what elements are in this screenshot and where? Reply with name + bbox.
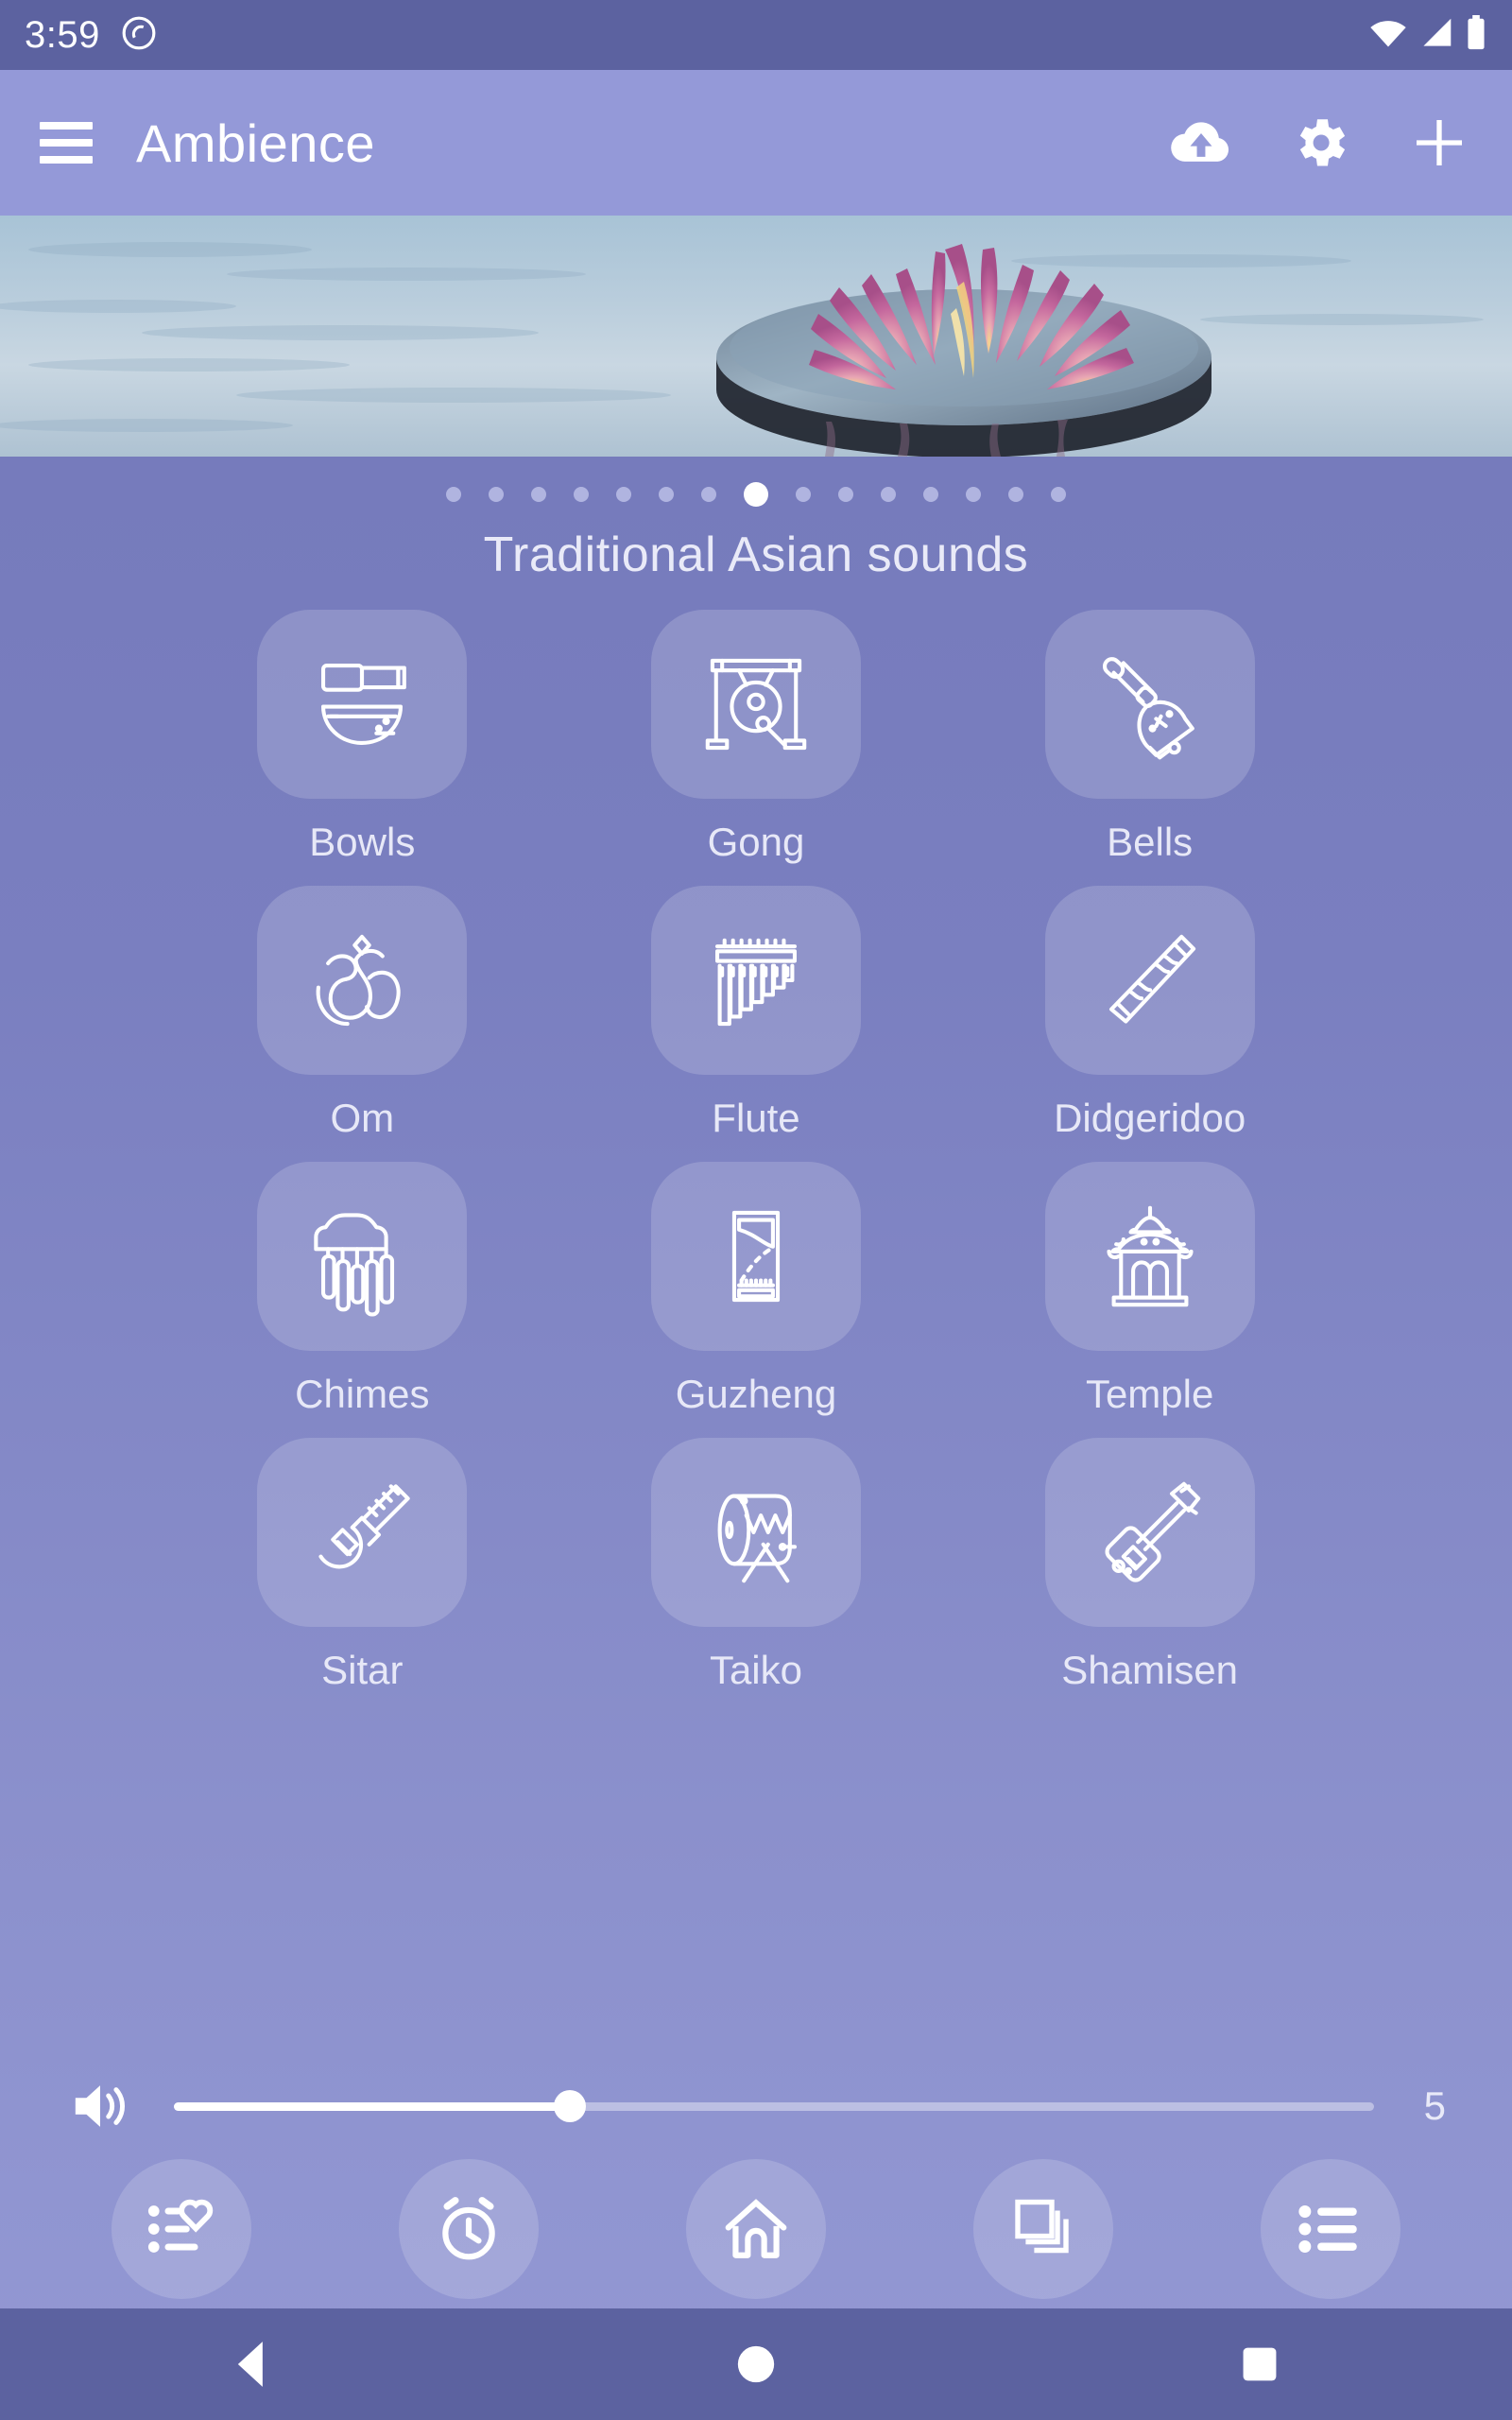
android-nav-bar <box>0 2308 1512 2420</box>
sound-tile-label: Gong <box>707 820 805 864</box>
taiko-drum-icon[interactable] <box>650 1438 861 1627</box>
sound-tile-taiko[interactable]: Taiko <box>559 1438 954 1693</box>
pagoda-temple-icon[interactable] <box>1044 1162 1255 1351</box>
sound-tile-label: Sitar <box>321 1648 404 1692</box>
sound-tile-label: Temple <box>1085 1372 1214 1416</box>
om-symbol-icon[interactable] <box>257 886 468 1075</box>
plus-add-icon[interactable] <box>1406 110 1472 176</box>
handbell-icon[interactable] <box>1044 610 1255 799</box>
sound-tile-label: Om <box>330 1096 395 1140</box>
sound-tile-label: Bells <box>1107 820 1194 864</box>
pager-dot[interactable] <box>701 487 716 502</box>
battery-icon <box>1465 14 1487 56</box>
app-root: 3:59 Ambience Traditional Asian sounds B… <box>0 0 1512 2420</box>
nav-home-icon[interactable] <box>704 2312 808 2416</box>
home-icon[interactable] <box>686 2159 826 2299</box>
cloud-upload-icon[interactable] <box>1168 110 1234 176</box>
sitar-icon[interactable] <box>257 1438 468 1627</box>
speaker-volume-icon[interactable] <box>66 2072 134 2140</box>
didgeridoo-icon[interactable] <box>1044 886 1255 1075</box>
sound-tile-label: Bowls <box>309 820 416 864</box>
app-bar: Ambience <box>0 70 1512 216</box>
sound-tile-label: Taiko <box>709 1648 803 1692</box>
pan-flute-icon[interactable] <box>650 886 861 1075</box>
status-notification-icons <box>121 15 157 56</box>
app-bar-actions <box>1168 110 1472 176</box>
guzheng-icon[interactable] <box>650 1162 861 1351</box>
volume-value: 5 <box>1423 2083 1446 2128</box>
volume-slider[interactable] <box>174 2078 1374 2135</box>
pager-dot[interactable] <box>659 487 674 502</box>
pager-dot[interactable] <box>616 487 631 502</box>
pager-dot[interactable] <box>446 487 461 502</box>
section-title: Traditional Asian sounds <box>483 527 1029 582</box>
carousel-pager[interactable] <box>0 472 1512 517</box>
sound-tile-label: Guzheng <box>675 1372 837 1416</box>
status-bar: 3:59 <box>0 0 1512 70</box>
pager-dot[interactable] <box>1051 487 1066 502</box>
status-clock: 3:59 <box>25 13 100 56</box>
water-lily-illustration <box>0 216 1512 457</box>
sound-grid: Bowls Gong Bells Om Flute Didgeridoo Chi… <box>165 610 1347 1693</box>
bottom-toolbar <box>0 2153 1512 2305</box>
settings-gear-icon[interactable] <box>1287 110 1353 176</box>
sound-tile-bells[interactable]: Bells <box>953 610 1347 865</box>
favorites-icon[interactable] <box>112 2159 251 2299</box>
sound-tile-label: Chimes <box>295 1372 430 1416</box>
nav-back-icon[interactable] <box>200 2312 304 2416</box>
singing-bowl-icon[interactable] <box>257 610 468 799</box>
pager-dot[interactable] <box>1008 487 1023 502</box>
pager-dot[interactable] <box>881 487 896 502</box>
sound-tile-flute[interactable]: Flute <box>559 886 954 1141</box>
wind-chimes-icon[interactable] <box>257 1162 468 1351</box>
nav-recents-icon[interactable] <box>1208 2312 1312 2416</box>
screen-record-icon <box>121 15 157 56</box>
sound-tile-label: Shamisen <box>1061 1648 1239 1692</box>
sound-tile-didgeridoo[interactable]: Didgeridoo <box>953 886 1347 1141</box>
pager-dot[interactable] <box>838 487 853 502</box>
pager-dot[interactable] <box>744 482 768 507</box>
sound-tile-bowls[interactable]: Bowls <box>165 610 559 865</box>
mixes-icon[interactable] <box>973 2159 1113 2299</box>
timer-alarm-icon[interactable] <box>399 2159 539 2299</box>
list-icon[interactable] <box>1261 2159 1400 2299</box>
pager-dot[interactable] <box>489 487 504 502</box>
slider-fill <box>174 2101 571 2111</box>
sound-tile-shamisen[interactable]: Shamisen <box>953 1438 1347 1693</box>
cell-signal-icon <box>1418 17 1455 54</box>
page-title: Ambience <box>136 112 376 173</box>
sound-tile-gong[interactable]: Gong <box>559 610 954 865</box>
pager-dot[interactable] <box>966 487 981 502</box>
pager-dot[interactable] <box>796 487 811 502</box>
hamburger-menu-icon[interactable] <box>40 122 93 164</box>
sound-tile-sitar[interactable]: Sitar <box>165 1438 559 1693</box>
sound-tile-guzheng[interactable]: Guzheng <box>559 1162 954 1417</box>
sound-tile-temple[interactable]: Temple <box>953 1162 1347 1417</box>
volume-control: 5 <box>0 2072 1512 2140</box>
pager-dot[interactable] <box>574 487 589 502</box>
status-system-icons <box>1368 14 1487 56</box>
slider-thumb[interactable] <box>554 2090 587 2122</box>
pager-dot[interactable] <box>923 487 938 502</box>
wifi-icon <box>1368 17 1408 54</box>
sound-tile-label: Flute <box>712 1096 800 1140</box>
gong-icon[interactable] <box>650 610 861 799</box>
sound-tile-label: Didgeridoo <box>1054 1096 1246 1140</box>
sound-tile-om[interactable]: Om <box>165 886 559 1141</box>
sound-tile-chimes[interactable]: Chimes <box>165 1162 559 1417</box>
shamisen-icon[interactable] <box>1044 1438 1255 1627</box>
hero-image[interactable] <box>0 216 1512 457</box>
pager-dot[interactable] <box>531 487 546 502</box>
